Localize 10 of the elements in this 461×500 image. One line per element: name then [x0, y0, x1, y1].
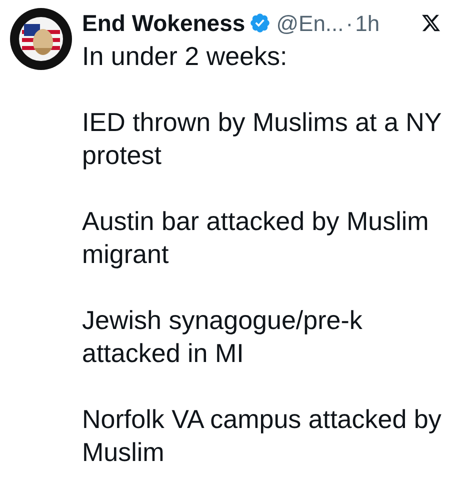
tweet-paragraph: Norfolk VA campus attacked by Muslim [82, 403, 442, 469]
tweet-paragraph: Jewish synagogue/pre-k attacked in MI [82, 304, 364, 370]
timestamp[interactable]: 1h [355, 6, 380, 40]
author-name[interactable]: End Wokeness [82, 6, 246, 40]
x-logo-icon[interactable] [421, 13, 441, 33]
separator: · [346, 10, 354, 38]
author-handle[interactable]: @En... [276, 6, 344, 40]
tweet-paragraph: Austin bar attacked by Muslim migrant [82, 205, 430, 271]
tweet-paragraph: In under 2 weeks: [82, 40, 288, 73]
tweet-paragraph: IED thrown by Muslims at a NY protest [82, 106, 442, 172]
